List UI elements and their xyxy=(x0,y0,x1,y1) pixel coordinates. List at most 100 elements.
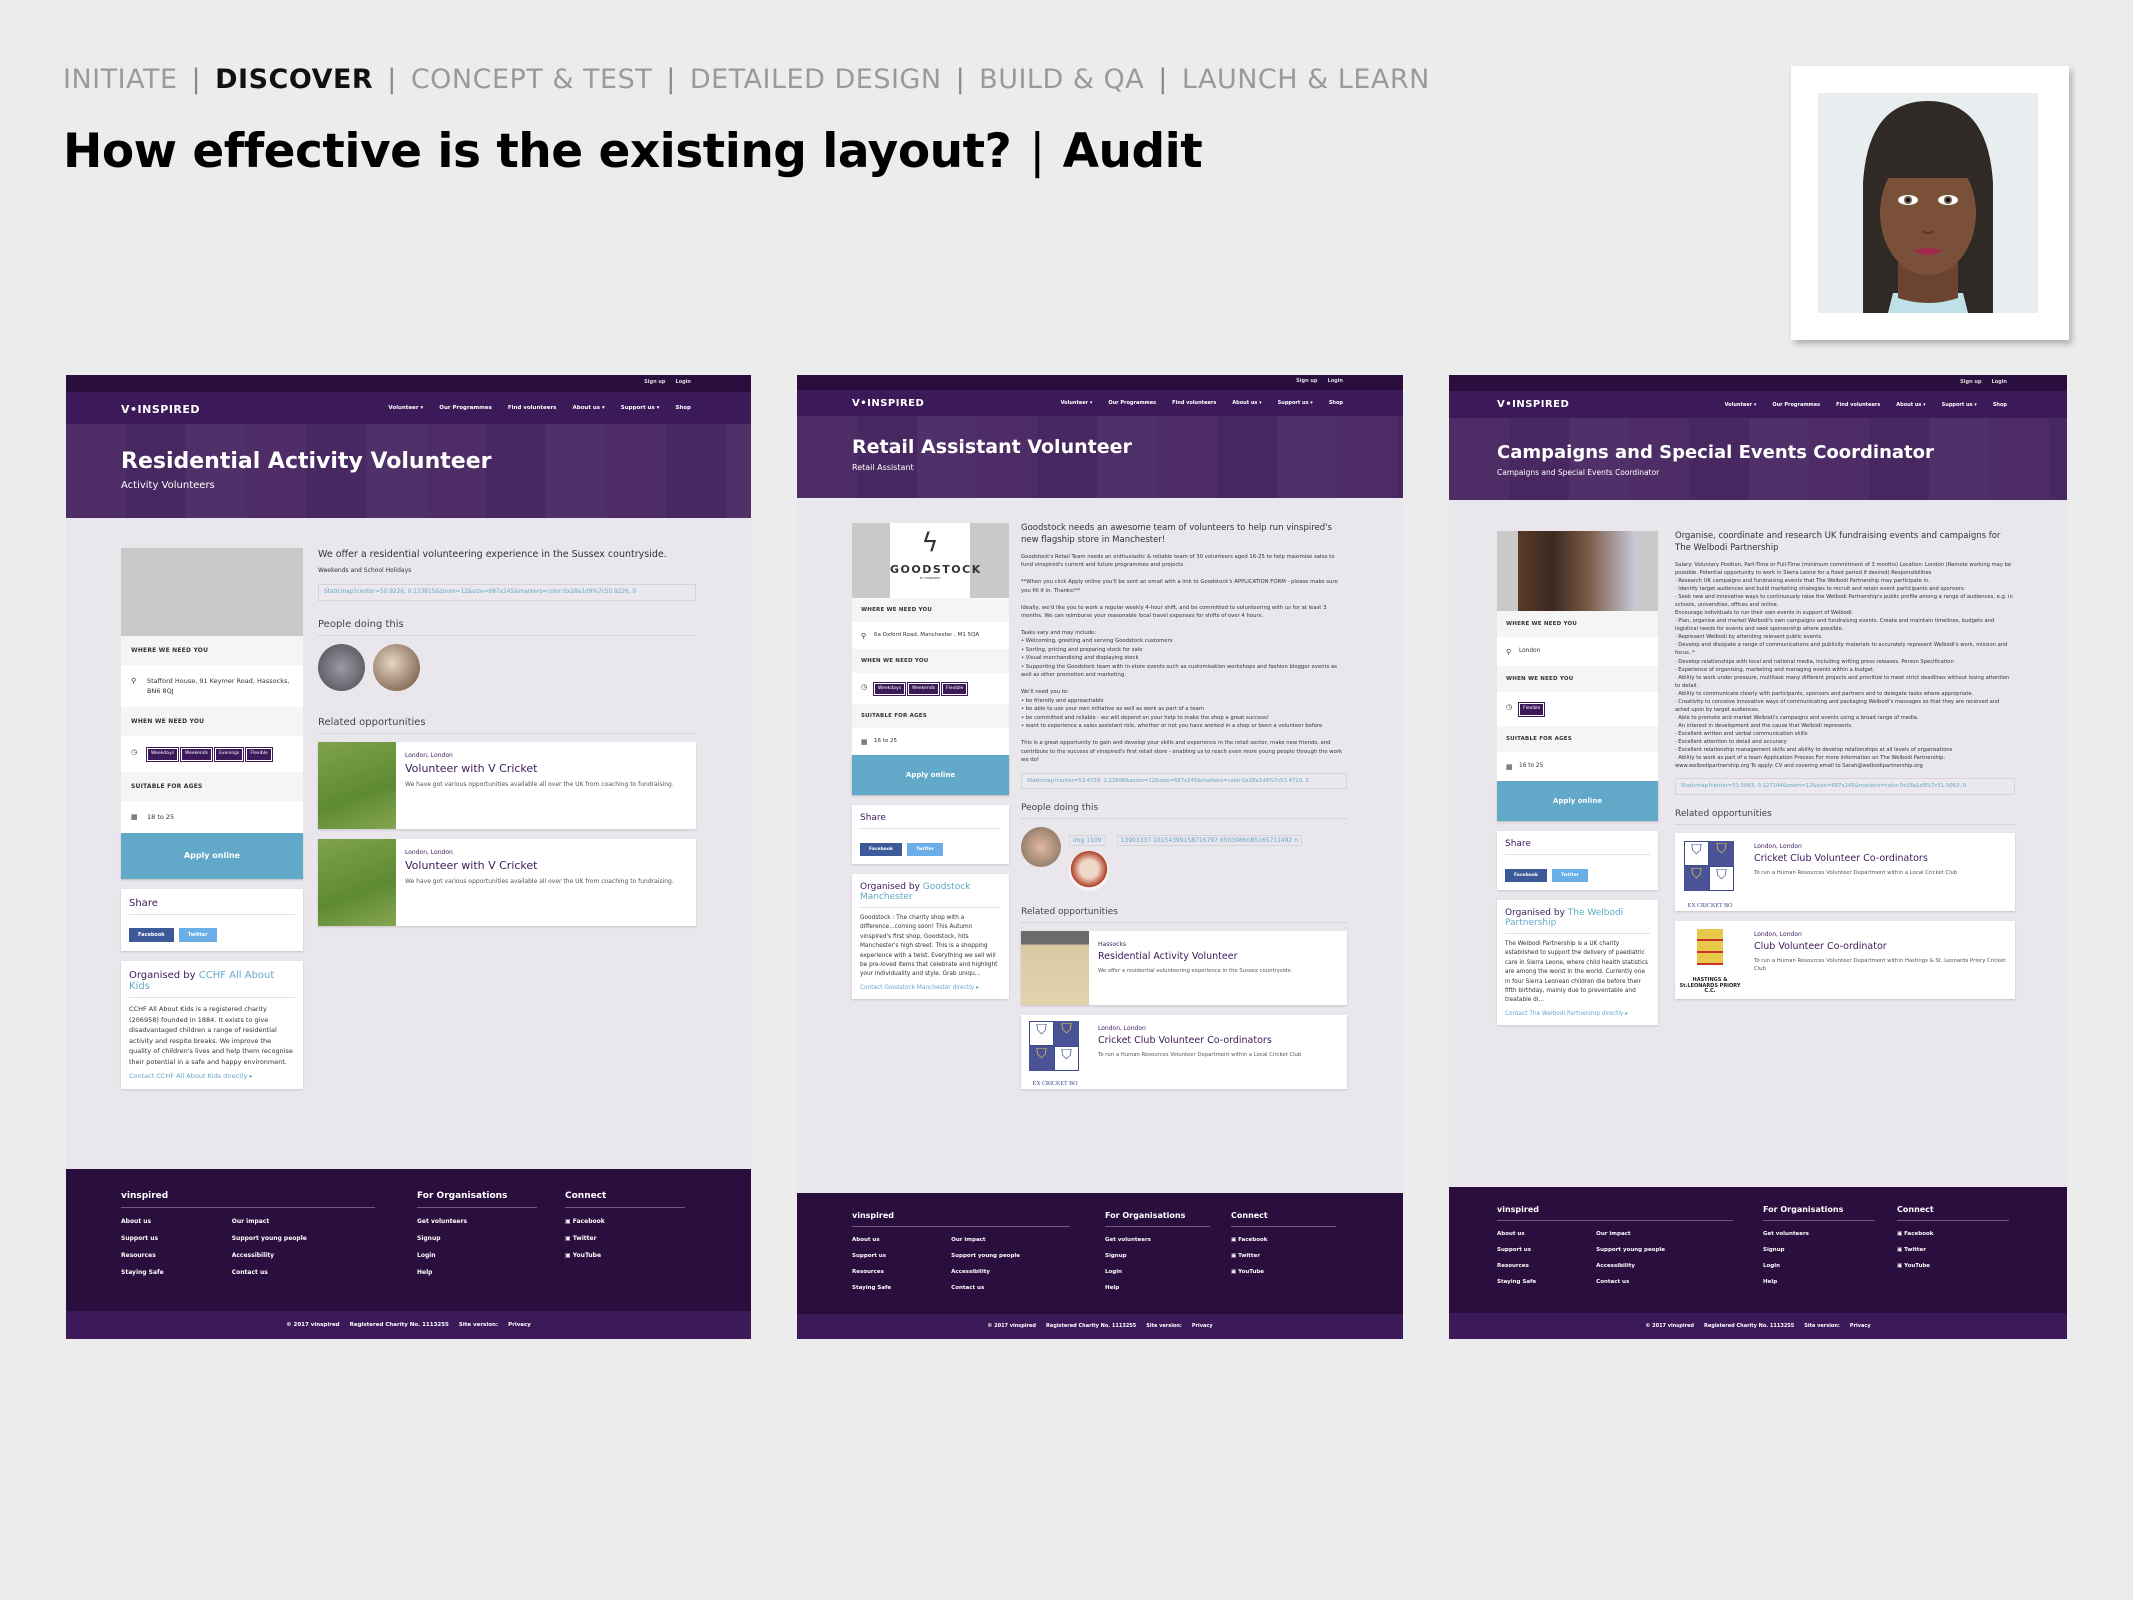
footer-link[interactable]: Get volunteers xyxy=(1763,1231,1875,1237)
footer-link[interactable]: Signup xyxy=(1105,1253,1210,1259)
nav-support-us[interactable]: Support us ▾ xyxy=(1942,402,1977,408)
youtube-link[interactable]: ▣ YouTube xyxy=(1897,1263,2009,1269)
nav-our-programmes[interactable]: Our Programmes xyxy=(439,405,492,411)
nav-support-us[interactable]: Support us ▾ xyxy=(1278,400,1313,406)
facebook-link[interactable]: ▣ Facebook xyxy=(565,1218,685,1225)
footer-link[interactable]: Staying Safe xyxy=(121,1269,164,1276)
footer-link[interactable]: Contact us xyxy=(232,1269,307,1276)
vinspired-logo[interactable]: V•INSPIRED xyxy=(121,403,200,416)
footer-link[interactable]: Support us xyxy=(852,1253,891,1259)
related-opportunity[interactable]: London, London Volunteer with V Cricket We… xyxy=(318,839,696,927)
related-opportunity[interactable]: ⛉ ⛉ ⛉ ⛉ EX CRICKET BO London, London Cricke… xyxy=(1021,1014,1347,1089)
nav-about-us[interactable]: About us ▾ xyxy=(572,405,604,411)
footer-link[interactable]: Login xyxy=(1105,1269,1210,1275)
footer-link[interactable]: Staying Safe xyxy=(1497,1279,1536,1285)
signup-link[interactable]: Sign up xyxy=(1960,379,1981,385)
facebook-share-button[interactable]: Facebook xyxy=(129,928,174,943)
nav-find-volunteers[interactable]: Find volunteers xyxy=(1172,400,1216,406)
apply-online-button[interactable]: Apply online xyxy=(121,833,303,880)
footer-link[interactable]: Accessibility xyxy=(232,1252,307,1259)
footer-link[interactable]: Help xyxy=(417,1269,537,1276)
twitter-share-button[interactable]: Twitter xyxy=(178,928,217,943)
contact-organiser-link[interactable]: Contact The Welbodi Partnership directly… xyxy=(1505,1011,1650,1017)
footer-link[interactable]: Resources xyxy=(121,1252,164,1259)
footer-link[interactable]: Signup xyxy=(1763,1247,1875,1253)
nav-shop[interactable]: Shop xyxy=(675,405,691,411)
phase-concept-test: CONCEPT & TEST xyxy=(410,64,653,95)
nav-find-volunteers[interactable]: Find volunteers xyxy=(1836,402,1880,408)
footer-link[interactable]: Our impact xyxy=(1596,1231,1665,1237)
nav-shop[interactable]: Shop xyxy=(1329,400,1343,406)
twitter-link[interactable]: ▣ Twitter xyxy=(1231,1253,1336,1259)
footer-link[interactable]: Get volunteers xyxy=(417,1218,537,1225)
nav-volunteer[interactable]: Volunteer ▾ xyxy=(1725,402,1757,408)
footer-link[interactable]: Help xyxy=(1105,1285,1210,1291)
footer-link[interactable]: Contact us xyxy=(951,1285,1020,1291)
footer-link[interactable]: Support young people xyxy=(232,1235,307,1242)
footer-link[interactable]: Accessibility xyxy=(1596,1263,1665,1269)
footer-link[interactable]: Signup xyxy=(417,1235,537,1242)
related-opportunity[interactable]: HASTINGS & St.LEONARDS PRIORY C.C. Londo… xyxy=(1675,920,2015,999)
nav-about-us[interactable]: About us ▾ xyxy=(1896,402,1925,408)
volunteer-avatar[interactable] xyxy=(1069,850,1109,891)
youtube-link[interactable]: ▣ YouTube xyxy=(565,1252,685,1259)
vinspired-logo[interactable]: V•INSPIRED xyxy=(1497,399,1569,410)
volunteer-avatar[interactable] xyxy=(373,644,420,692)
apply-online-button[interactable]: Apply online xyxy=(852,755,1009,795)
footer-link[interactable]: Login xyxy=(417,1252,537,1259)
footer-link[interactable]: Login xyxy=(1763,1263,1875,1269)
contact-organiser-link[interactable]: Contact Goodstock Manchester directly ▸ xyxy=(860,985,1001,991)
nav-support-us[interactable]: Support us ▾ xyxy=(621,405,660,411)
footer-link[interactable]: About us xyxy=(852,1237,891,1243)
signup-link[interactable]: Sign up xyxy=(644,379,665,385)
apply-online-button[interactable]: Apply online xyxy=(1497,780,1658,821)
nav-volunteer[interactable]: Volunteer ▾ xyxy=(1061,400,1093,406)
twitter-share-button[interactable]: Twitter xyxy=(1552,868,1588,882)
privacy-link[interactable]: Privacy xyxy=(508,1322,531,1328)
youtube-link[interactable]: ▣ YouTube xyxy=(1231,1269,1336,1275)
ages-label: SUITABLE FOR AGES xyxy=(121,772,303,802)
nav-our-programmes[interactable]: Our Programmes xyxy=(1108,400,1156,406)
footer-link[interactable]: Our impact xyxy=(951,1237,1020,1243)
footer-link[interactable]: Contact us xyxy=(1596,1279,1665,1285)
login-link[interactable]: Login xyxy=(676,379,691,385)
footer-link[interactable]: Our impact xyxy=(232,1218,307,1225)
facebook-share-button[interactable]: Facebook xyxy=(860,843,902,856)
nav-shop[interactable]: Shop xyxy=(1993,402,2007,408)
facebook-link[interactable]: ▣ Facebook xyxy=(1231,1237,1336,1243)
related-opportunity[interactable]: London, London Volunteer with V Cricket We… xyxy=(318,742,696,830)
twitter-link[interactable]: ▣ Twitter xyxy=(565,1235,685,1242)
signup-link[interactable]: Sign up xyxy=(1296,378,1317,384)
volunteer-avatar[interactable] xyxy=(318,644,365,692)
footer-link[interactable]: Resources xyxy=(1497,1263,1536,1269)
page-title: Residential Activity Volunteer xyxy=(121,449,492,474)
footer-link[interactable]: Support us xyxy=(121,1235,164,1242)
footer-link[interactable]: About us xyxy=(1497,1231,1536,1237)
contact-organiser-link[interactable]: Contact CCHF All About Kids directly ▸ xyxy=(129,1072,295,1080)
nav-find-volunteers[interactable]: Find volunteers xyxy=(508,405,557,411)
footer-link[interactable]: About us xyxy=(121,1218,164,1225)
twitter-share-button[interactable]: Twitter xyxy=(907,843,943,856)
volunteer-avatar[interactable] xyxy=(1021,826,1061,867)
privacy-link[interactable]: Privacy xyxy=(1192,1323,1213,1329)
twitter-link[interactable]: ▣ Twitter xyxy=(1897,1247,2009,1253)
footer-link[interactable]: Resources xyxy=(852,1269,891,1275)
nav-about-us[interactable]: About us ▾ xyxy=(1232,400,1261,406)
facebook-link[interactable]: ▣ Facebook xyxy=(1897,1231,2009,1237)
related-opportunity[interactable]: ⛉ ⛉ ⛉ ⛉ EX CRICKET BO London, London Cricke… xyxy=(1675,832,2015,911)
privacy-link[interactable]: Privacy xyxy=(1850,1323,1871,1329)
vinspired-logo[interactable]: V•INSPIRED xyxy=(852,398,924,409)
footer-link[interactable]: Staying Safe xyxy=(852,1285,891,1291)
footer-link[interactable]: Support young people xyxy=(951,1253,1020,1259)
footer-link[interactable]: Get volunteers xyxy=(1105,1237,1210,1243)
related-opportunity[interactable]: Hassocks Residential Activity Volunteer We… xyxy=(1021,930,1347,1005)
footer-link[interactable]: Support young people xyxy=(1596,1247,1665,1253)
nav-our-programmes[interactable]: Our Programmes xyxy=(1772,402,1820,408)
login-link[interactable]: Login xyxy=(1992,379,2007,385)
login-link[interactable]: Login xyxy=(1328,378,1343,384)
nav-volunteer[interactable]: Volunteer ▾ xyxy=(388,405,423,411)
footer-link[interactable]: Help xyxy=(1763,1279,1875,1285)
facebook-share-button[interactable]: Facebook xyxy=(1505,868,1547,882)
footer-link[interactable]: Accessibility xyxy=(951,1269,1020,1275)
footer-link[interactable]: Support us xyxy=(1497,1247,1536,1253)
